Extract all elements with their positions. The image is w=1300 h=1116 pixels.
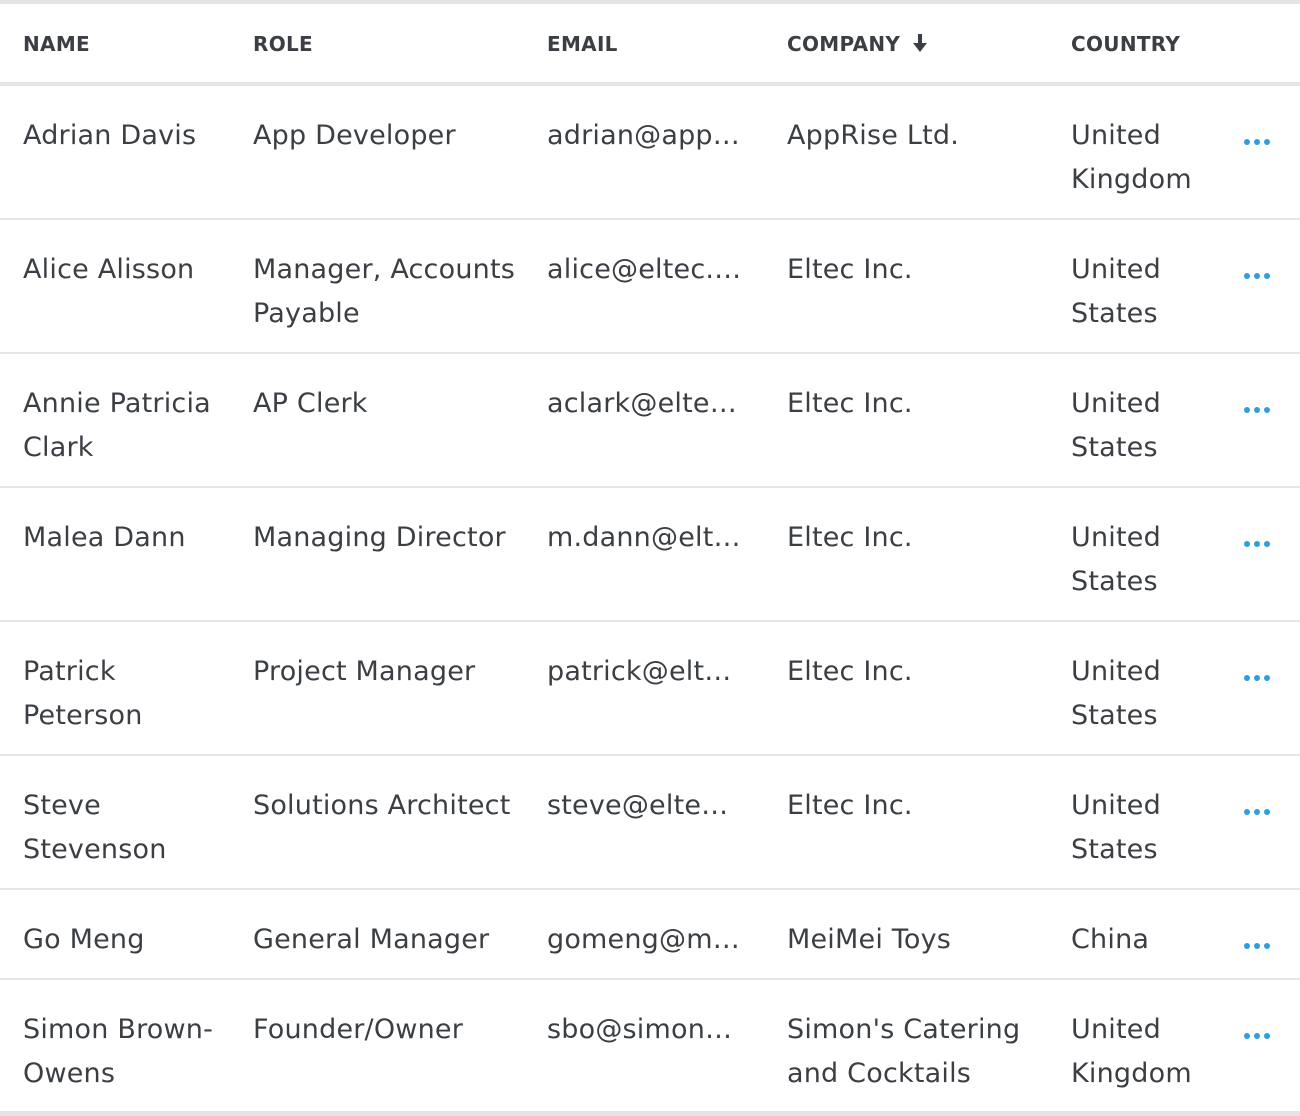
contact-name: Adrian Davis bbox=[23, 120, 197, 151]
column-header-role-label: ROLE bbox=[253, 32, 314, 56]
contact-company: Simon's Catering and Cocktails bbox=[787, 1014, 1021, 1089]
contact-company: MeiMei Toys bbox=[787, 924, 952, 955]
contacts-table: NAME ROLE EMAIL COMPANY COUNTRY Adrian D… bbox=[0, 0, 1300, 1116]
contact-email: patrick@elte… bbox=[547, 656, 743, 687]
column-header-name-label: NAME bbox=[23, 32, 90, 56]
contact-email: gomeng@m… bbox=[547, 924, 740, 955]
contact-email: m.dann@elt… bbox=[547, 522, 741, 553]
contact-company: Eltec Inc. bbox=[787, 656, 913, 687]
contact-name: Alice Alisson bbox=[23, 254, 195, 285]
contact-country: United Kingdom bbox=[1071, 120, 1192, 195]
contact-country: United States bbox=[1071, 790, 1161, 865]
table-row[interactable]: Malea Dann Managing Director m.dann@elt…… bbox=[0, 488, 1300, 622]
table-row[interactable]: Adrian Davis App Developer adrian@app… A… bbox=[0, 86, 1300, 220]
contact-country: United States bbox=[1071, 522, 1161, 597]
table-row[interactable]: Steve Stevenson Solutions Architect stev… bbox=[0, 756, 1300, 890]
more-horizontal-icon[interactable] bbox=[1243, 936, 1271, 949]
contact-name: Go Meng bbox=[23, 924, 145, 955]
table-row[interactable]: Annie Patricia Clark AP Clerk aclark@elt… bbox=[0, 354, 1300, 488]
column-header-company-label: COMPANY bbox=[787, 32, 901, 56]
contact-email: sbo@simons… bbox=[547, 1014, 743, 1045]
arrow-down-icon[interactable] bbox=[912, 6, 928, 52]
more-horizontal-icon[interactable] bbox=[1243, 132, 1271, 145]
contact-name: Patrick Peterson bbox=[23, 656, 143, 731]
contact-company: Eltec Inc. bbox=[787, 388, 913, 419]
contact-role: Founder/Owner bbox=[253, 1014, 464, 1045]
contact-name: Steve Stevenson bbox=[23, 790, 167, 865]
column-header-country[interactable]: COUNTRY bbox=[1071, 4, 1180, 82]
contact-email: adrian@app… bbox=[547, 120, 740, 151]
table-row[interactable]: Alice Alisson Manager, Accounts Payable … bbox=[0, 220, 1300, 354]
contact-country: China bbox=[1071, 924, 1150, 955]
more-horizontal-icon[interactable] bbox=[1243, 400, 1271, 413]
contact-country: United States bbox=[1071, 254, 1161, 329]
table-row[interactable]: Patrick Peterson Project Manager patrick… bbox=[0, 622, 1300, 756]
table-bottom-border bbox=[0, 1111, 1300, 1116]
contact-role: App Developer bbox=[253, 120, 456, 151]
contact-email: aclark@eltec… bbox=[547, 388, 743, 419]
column-header-company[interactable]: COMPANY bbox=[787, 4, 928, 82]
more-horizontal-icon[interactable] bbox=[1243, 534, 1271, 547]
contact-email: steve@eltec.… bbox=[547, 790, 743, 821]
contact-role: Managing Director bbox=[253, 522, 506, 553]
contact-role: Project Manager bbox=[253, 656, 476, 687]
contact-country: United Kingdom bbox=[1071, 1014, 1192, 1089]
contact-role: Manager, Accounts Payable bbox=[253, 254, 515, 329]
more-horizontal-icon[interactable] bbox=[1243, 266, 1271, 279]
table-row[interactable]: Simon Brown-Owens Founder/Owner sbo@simo… bbox=[0, 980, 1300, 1111]
contact-country: United States bbox=[1071, 656, 1161, 731]
contact-role: General Manager bbox=[253, 924, 490, 955]
column-header-country-label: COUNTRY bbox=[1071, 32, 1181, 56]
contact-email: alice@eltec.c… bbox=[547, 254, 743, 285]
contact-company: Eltec Inc. bbox=[787, 790, 913, 821]
table-row[interactable]: Go Meng General Manager gomeng@m… MeiMei… bbox=[0, 890, 1300, 980]
more-horizontal-icon[interactable] bbox=[1243, 1026, 1271, 1039]
column-header-email-label: EMAIL bbox=[547, 32, 618, 56]
contact-name: Annie Patricia Clark bbox=[23, 388, 211, 463]
contact-country: United States bbox=[1071, 388, 1161, 463]
more-horizontal-icon[interactable] bbox=[1243, 668, 1271, 681]
more-horizontal-icon[interactable] bbox=[1243, 802, 1271, 815]
column-header-email[interactable]: EMAIL bbox=[547, 4, 618, 82]
contact-company: Eltec Inc. bbox=[787, 522, 913, 553]
contact-name: Simon Brown-Owens bbox=[23, 1014, 214, 1089]
table-header: NAME ROLE EMAIL COMPANY COUNTRY bbox=[0, 4, 1300, 86]
contact-role: Solutions Architect bbox=[253, 790, 511, 821]
contact-company: Eltec Inc. bbox=[787, 254, 913, 285]
contact-role: AP Clerk bbox=[253, 388, 368, 419]
contact-company: AppRise Ltd. bbox=[787, 120, 960, 151]
column-header-role[interactable]: ROLE bbox=[253, 4, 313, 82]
column-header-name[interactable]: NAME bbox=[23, 4, 90, 82]
contact-name: Malea Dann bbox=[23, 522, 186, 553]
